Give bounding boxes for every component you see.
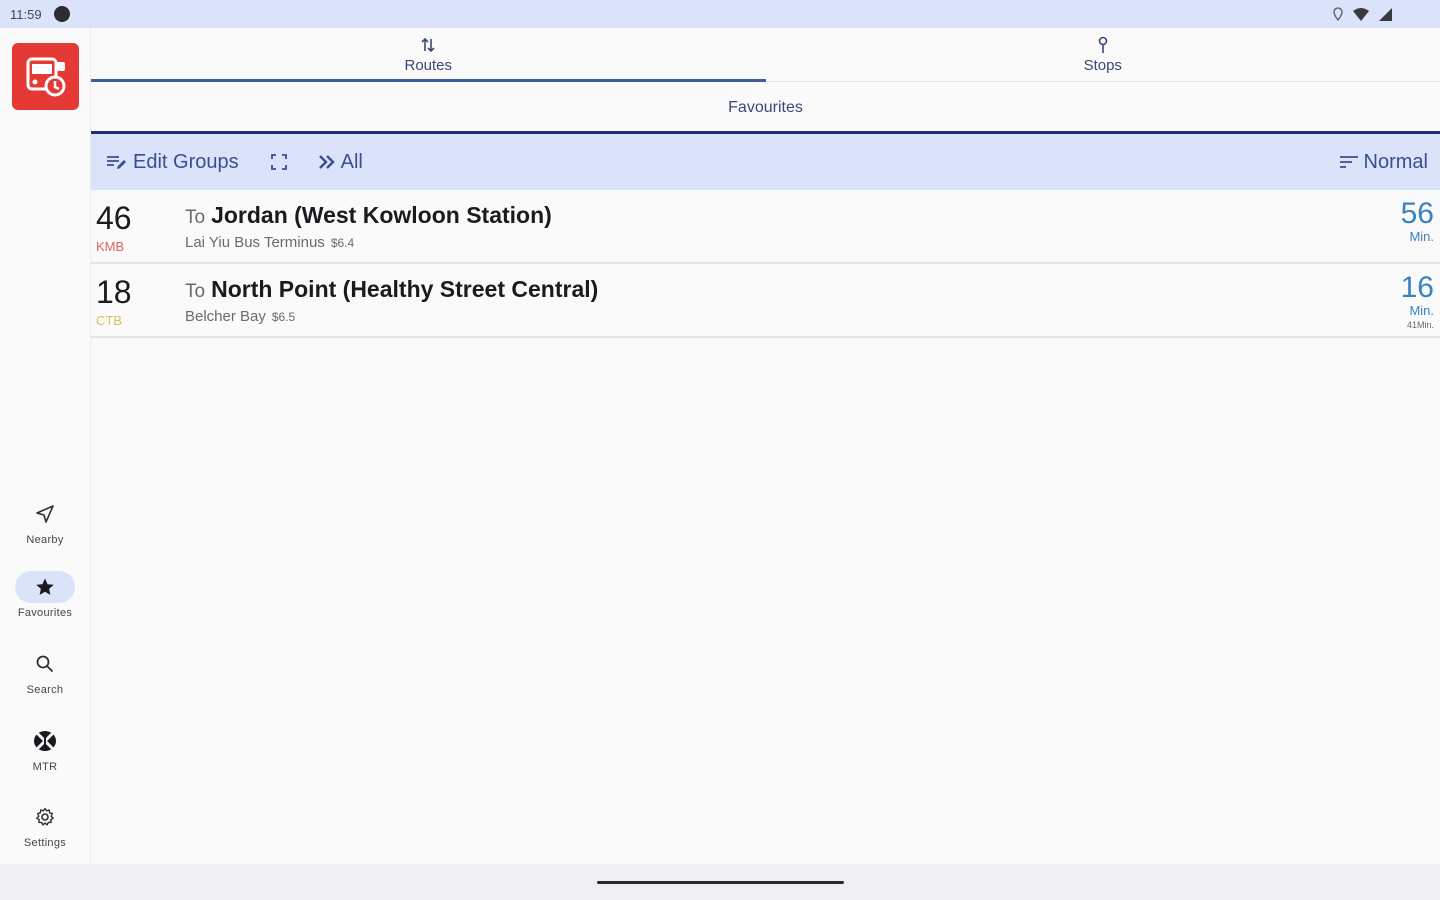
rail-icon-wrap	[15, 801, 75, 833]
tab-stops-label: Stops	[1083, 56, 1122, 74]
eta-minutes: 56	[1400, 197, 1434, 230]
eta-minutes: 16	[1400, 271, 1434, 304]
route-operator: KMB	[96, 239, 125, 254]
double-chevron-right-icon	[318, 155, 335, 169]
signal-icon	[1379, 7, 1392, 21]
route-row[interactable]: 46 KMB To Jordan (West Kowloon Station) L…	[91, 190, 1440, 264]
app-logo[interactable]	[12, 43, 79, 110]
route-destination: To North Point (Healthy Street Central)	[185, 276, 598, 303]
status-left: 11:59	[10, 6, 70, 22]
subtab-favourites-label: Favourites	[728, 99, 803, 116]
all-groups-button[interactable]: All	[317, 151, 363, 174]
gesture-nav-bar	[0, 864, 1440, 900]
favourites-toolbar: Edit Groups All Normal	[91, 134, 1440, 190]
route-list: 46 KMB To Jordan (West Kowloon Station) L…	[91, 190, 1440, 338]
rail-label-settings: Settings	[23, 837, 67, 849]
route-row[interactable]: 18 CTB To North Point (Healthy Street Cen…	[91, 264, 1440, 338]
bus-logo-icon	[26, 57, 65, 96]
all-groups-label: All	[340, 150, 363, 173]
home-handle[interactable]	[597, 881, 844, 884]
rail-label-favourites: Favourites	[17, 607, 73, 619]
route-stop-name: Belcher Bay	[185, 308, 266, 325]
route-stop-info: Belcher Bay $6.5	[185, 308, 295, 325]
location-icon	[1333, 7, 1343, 21]
route-number: 18	[96, 274, 132, 310]
notification-dot-icon	[53, 6, 70, 22]
rail-label-search: Search	[26, 684, 64, 696]
rail-label-mtr: MTR	[32, 761, 58, 773]
route-number: 46	[96, 200, 132, 236]
rail-icon-wrap	[15, 725, 75, 757]
route-stop-info: Lai Yiu Bus Terminus $6.4	[185, 234, 354, 251]
route-eta: 56 Min.	[1401, 198, 1434, 244]
tab-stops[interactable]: Stops	[766, 28, 1440, 81]
rail-icon-wrap	[15, 648, 75, 680]
expand-button[interactable]	[269, 152, 289, 172]
rail-item-settings[interactable]: Settings	[0, 801, 90, 849]
edit-groups-button[interactable]: Edit Groups	[105, 151, 239, 174]
main-content: Routes Stops Favourites Edit Groups All …	[91, 28, 1440, 864]
fullscreen-icon	[270, 154, 287, 170]
route-stop-name: Lai Yiu Bus Terminus	[185, 234, 325, 251]
navigation-arrow-icon	[36, 505, 54, 523]
rail-icon-wrap	[15, 498, 75, 530]
route-fare: $6.5	[271, 310, 296, 324]
edit-groups-label: Edit Groups	[133, 150, 239, 173]
rail-item-favourites[interactable]: Favourites	[0, 571, 90, 619]
sort-icon	[1339, 156, 1358, 168]
route-to-prefix: To	[185, 281, 206, 302]
search-icon	[36, 655, 54, 673]
route-destination-name: North Point (Healthy Street Central)	[211, 276, 599, 302]
rail-item-search[interactable]: Search	[0, 648, 90, 696]
route-operator: CTB	[96, 313, 122, 328]
eta-next: 41Min.	[1406, 320, 1434, 330]
swap-vertical-icon	[421, 37, 435, 52]
rail-icon-wrap-active	[15, 571, 75, 603]
edit-list-icon	[107, 156, 126, 169]
mtr-logo-icon	[34, 731, 56, 751]
subtab-favourites[interactable]: Favourites	[91, 82, 1440, 134]
rail-item-nearby[interactable]: Nearby	[0, 498, 90, 546]
tab-routes[interactable]: Routes	[91, 28, 766, 82]
gear-icon	[36, 807, 54, 826]
rail-item-mtr[interactable]: MTR	[0, 725, 90, 773]
top-tabs: Routes Stops	[91, 28, 1440, 82]
route-eta: 16 Min. 41Min.	[1401, 272, 1434, 332]
eta-unit: Min.	[1409, 229, 1434, 244]
wifi-icon	[1353, 7, 1369, 21]
status-time: 11:59	[10, 6, 42, 22]
status-right	[1333, 7, 1430, 21]
star-icon	[36, 578, 54, 595]
route-destination: To Jordan (West Kowloon Station)	[185, 202, 552, 229]
status-bar: 11:59	[0, 0, 1440, 28]
pin-icon	[1098, 36, 1108, 53]
navigation-rail: Nearby Favourites Search MTR Settings	[0, 28, 90, 864]
route-to-prefix: To	[185, 207, 206, 228]
route-destination-name: Jordan (West Kowloon Station)	[211, 202, 552, 228]
eta-unit: Min.	[1409, 303, 1434, 318]
route-fare: $6.4	[330, 236, 355, 250]
sort-mode-button[interactable]: Normal	[1338, 151, 1428, 174]
rail-label-nearby: Nearby	[26, 534, 64, 546]
sort-mode-label: Normal	[1363, 150, 1428, 173]
tab-routes-label: Routes	[404, 56, 453, 74]
